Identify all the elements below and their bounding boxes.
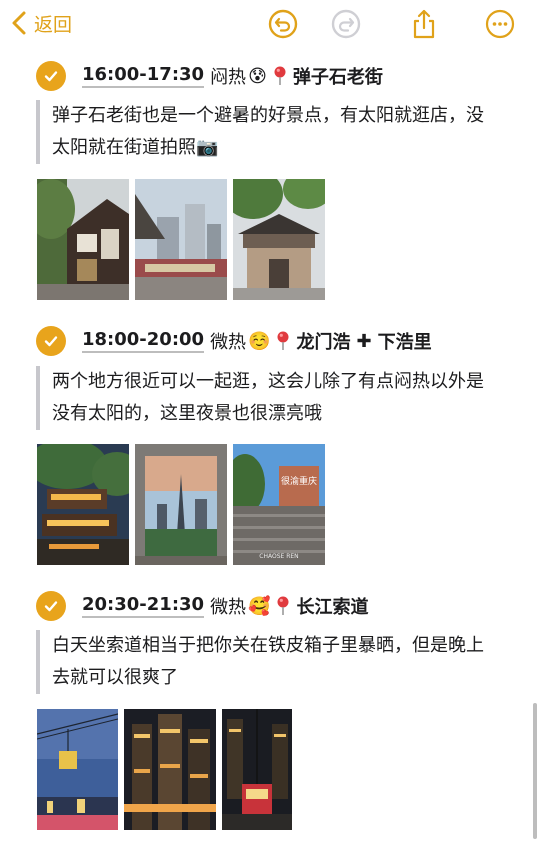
note-text: 白天坐索道相当于把你关在铁皮箱子里暴晒，但是晚上去就可以很爽了 [36,630,492,694]
item-header: 18:00-20:00 微热 ☺️ 龙门浩 ✚ 下浩里 [36,325,432,357]
weather-emoji: ☺️ [248,330,271,352]
photo-cable-car-red[interactable] [222,709,292,830]
checkmark-icon [44,336,58,347]
place-name: 弹子石老街 [292,67,383,88]
weather-emoji: 🥰 [248,595,271,617]
photo-row [37,179,325,300]
top-nav-bar: 返回 [0,0,540,46]
chevron-left-icon [12,11,26,35]
pin-icon [277,596,289,615]
checkmark-icon [44,71,58,82]
redo-button[interactable] [330,8,362,40]
photo-skyline-frame[interactable] [135,444,227,565]
place-name: 龙门浩 [296,332,351,353]
time-range: 20:30-21:30 [82,594,205,618]
place-name: 长江索道 [296,597,369,618]
note-text: 两个地方很近可以一起逛，这会儿除了有点闷热以外是没有太阳的，这里夜景也很漂亮哦 [36,366,492,430]
photo-night-village[interactable] [37,444,129,565]
checkmark-icon [44,601,58,612]
weather-label: 闷热 [210,67,247,88]
place-name-2: 下浩里 [377,332,432,353]
note-text: 弹子石老街也是一个避暑的好景点，有太阳就逛店，没太阳就在街道拍照📷 [36,100,492,164]
weather-emoji: 😰 [248,65,267,87]
photo-night-buildings[interactable] [124,709,216,830]
share-button[interactable] [408,8,440,40]
item-header: 20:30-21:30 微热 🥰 长江索道 [36,590,368,622]
undo-icon [268,9,298,39]
sign-subtext: CHAOSE REN [259,553,298,560]
time-range: 16:00-17:30 [82,64,205,88]
pin-icon [277,331,289,350]
more-button[interactable] [484,8,516,40]
time-range: 18:00-20:00 [82,329,205,353]
plus-icon: ✚ [356,330,372,352]
share-icon [413,9,435,39]
undo-button[interactable] [267,8,299,40]
photo-plaza[interactable] [135,179,227,300]
photo-row [37,709,292,830]
photo-cable-car-dusk[interactable] [37,709,118,830]
pin-icon [274,66,286,85]
weather-label: 微热 [210,332,247,353]
sign-text: 很渝重庆 [281,475,317,487]
photo-row: 很渝重庆 CHAOSE REN [37,444,325,565]
photo-gate[interactable] [233,179,325,300]
item-header: 16:00-17:30 闷热 😰 弹子石老街 [36,60,383,92]
weather-label: 微热 [210,597,247,618]
checkbox-checked[interactable] [36,591,66,621]
photo-stairs-sign[interactable]: 很渝重庆 CHAOSE REN [233,444,325,565]
more-icon [485,9,515,39]
photo-street[interactable] [37,179,129,300]
checkbox-checked[interactable] [36,61,66,91]
back-button[interactable]: 返回 [10,6,72,40]
back-label: 返回 [34,13,73,36]
redo-icon [331,9,361,39]
scrollbar[interactable] [533,703,537,839]
checkbox-checked[interactable] [36,326,66,356]
